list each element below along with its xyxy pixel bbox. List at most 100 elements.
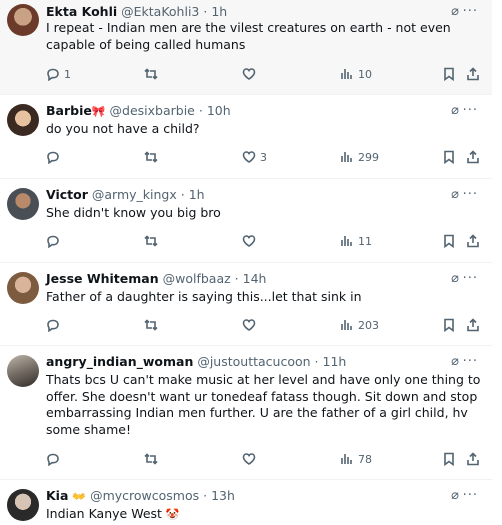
grok-slash-icon[interactable]: ⌀ — [451, 354, 459, 369]
share-button[interactable] — [466, 317, 480, 333]
grok-slash-icon[interactable]: ⌀ — [451, 187, 459, 202]
avatar[interactable] — [7, 355, 39, 387]
share-button[interactable] — [466, 451, 480, 467]
action-bar: 3 299 — [46, 149, 482, 165]
bookmark-icon — [444, 150, 454, 164]
author-name[interactable]: Jesse Whiteman — [46, 271, 159, 286]
tweet-text-container: Indian Kanye West 🤡 — [46, 506, 482, 524]
author-handle[interactable]: @justouttacucoon — [197, 354, 310, 369]
tweet[interactable]: angry_indian_woman @justouttacucoon · 11… — [0, 346, 492, 480]
bookmark-button[interactable] — [442, 233, 456, 249]
action-bar: 11 — [46, 233, 482, 249]
heart-icon — [242, 319, 256, 331]
reply-icon — [47, 453, 59, 466]
separator-dot: · — [203, 4, 208, 19]
avatar[interactable] — [7, 272, 39, 304]
retweet-button[interactable] — [144, 451, 162, 467]
views-bar-icon — [341, 236, 352, 246]
reply-icon — [47, 319, 59, 332]
bookmark-button[interactable] — [442, 149, 456, 165]
views-count: 10 — [358, 67, 372, 81]
reply-button[interactable] — [46, 149, 64, 165]
more-dots-icon[interactable]: ··· — [463, 271, 478, 286]
share-icon — [467, 234, 479, 248]
timestamp[interactable]: 10h — [207, 103, 231, 118]
reply-button[interactable] — [46, 451, 64, 467]
views-button[interactable]: 78 — [340, 451, 372, 467]
like-button[interactable] — [242, 451, 260, 467]
bookmark-button[interactable] — [442, 317, 456, 333]
views-button[interactable]: 299 — [340, 149, 379, 165]
more-dots-icon[interactable]: ··· — [463, 4, 478, 19]
avatar[interactable] — [7, 489, 39, 521]
retweet-button[interactable] — [144, 317, 162, 333]
author-handle[interactable]: @desixbarbie — [110, 103, 195, 118]
author-name[interactable]: Barbie — [46, 103, 92, 118]
like-button[interactable]: 3 — [242, 149, 267, 165]
author-name[interactable]: Kia — [46, 488, 68, 503]
tweet[interactable]: Jesse Whiteman @wolfbaaz · 14h ⌀ ··· Fat… — [0, 263, 492, 346]
timestamp[interactable]: 1h — [189, 187, 205, 202]
author-handle[interactable]: @EktaKohli3 — [121, 4, 199, 19]
views-count: 299 — [358, 150, 379, 164]
timestamp[interactable]: 1h — [211, 4, 227, 19]
author-handle[interactable]: @army_kingx — [92, 187, 177, 202]
share-button[interactable] — [466, 66, 480, 82]
author-handle[interactable]: @wolfbaaz — [163, 271, 231, 286]
more-dots-icon[interactable]: ··· — [463, 187, 478, 202]
retweet-icon — [144, 151, 158, 163]
author-handle[interactable]: @mycrowcosmos — [90, 488, 199, 503]
more-dots-icon[interactable]: ··· — [463, 354, 478, 369]
bookmark-icon — [444, 234, 454, 248]
grok-slash-icon[interactable]: ⌀ — [451, 103, 459, 118]
reply-count: 1 — [64, 67, 71, 81]
share-button[interactable] — [466, 149, 480, 165]
more-dots-icon[interactable]: ··· — [463, 103, 478, 118]
reply-button[interactable] — [46, 233, 64, 249]
reply-icon — [47, 68, 59, 81]
tweet-header: Victor @army_kingx · 1h — [46, 187, 205, 203]
retweet-icon — [144, 319, 158, 331]
more-dots-icon[interactable]: ··· — [463, 488, 478, 503]
share-button[interactable] — [466, 233, 480, 249]
reply-button[interactable]: 1 — [46, 66, 71, 82]
grok-slash-icon[interactable]: ⌀ — [451, 4, 459, 19]
tweet[interactable]: Barbie🎀 @desixbarbie · 10h ⌀ ··· do you … — [0, 95, 492, 179]
retweet-button[interactable] — [144, 233, 162, 249]
action-bar: 78 — [46, 451, 482, 467]
retweet-button[interactable] — [144, 66, 162, 82]
author-name[interactable]: Victor — [46, 187, 88, 202]
views-button[interactable]: 10 — [340, 66, 372, 82]
author-name[interactable]: angry_indian_woman — [46, 354, 193, 369]
avatar[interactable] — [7, 188, 39, 220]
retweet-button[interactable] — [144, 149, 162, 165]
bookmark-button[interactable] — [442, 66, 456, 82]
timestamp[interactable]: 11h — [323, 354, 347, 369]
retweet-icon — [144, 453, 158, 465]
bookmark-button[interactable] — [442, 451, 456, 467]
views-button[interactable]: 11 — [340, 233, 372, 249]
avatar[interactable] — [7, 104, 39, 136]
tweet-text: do you not have a child? — [46, 121, 200, 136]
avatar[interactable] — [7, 4, 39, 36]
timestamp[interactable]: 13h — [211, 488, 235, 503]
like-button[interactable] — [242, 317, 260, 333]
views-bar-icon — [341, 69, 352, 79]
like-button[interactable] — [242, 66, 260, 82]
author-name[interactable]: Ekta Kohli — [46, 4, 117, 19]
reply-button[interactable] — [46, 317, 64, 333]
clown-emoji: 🤡 — [165, 508, 180, 521]
tweet[interactable]: Kia 👐 @mycrowcosmos · 13h ⌀ ··· Indian K… — [0, 480, 492, 525]
action-bar: 1 10 — [46, 66, 482, 82]
like-button[interactable] — [242, 233, 260, 249]
views-bar-icon — [341, 454, 352, 464]
timestamp[interactable]: 14h — [243, 271, 267, 286]
separator-dot: · — [180, 187, 185, 202]
grok-slash-icon[interactable]: ⌀ — [451, 271, 459, 286]
tweet[interactable]: Victor @army_kingx · 1h ⌀ ··· She didn't… — [0, 179, 492, 263]
heart-icon — [242, 453, 256, 465]
tweet[interactable]: Ekta Kohli @EktaKohli3 · 1h ⌀ ··· I repe… — [0, 0, 492, 95]
grok-slash-icon[interactable]: ⌀ — [451, 488, 459, 503]
tweet-header: angry_indian_woman @justouttacucoon · 11… — [46, 354, 346, 370]
views-button[interactable]: 203 — [340, 317, 379, 333]
